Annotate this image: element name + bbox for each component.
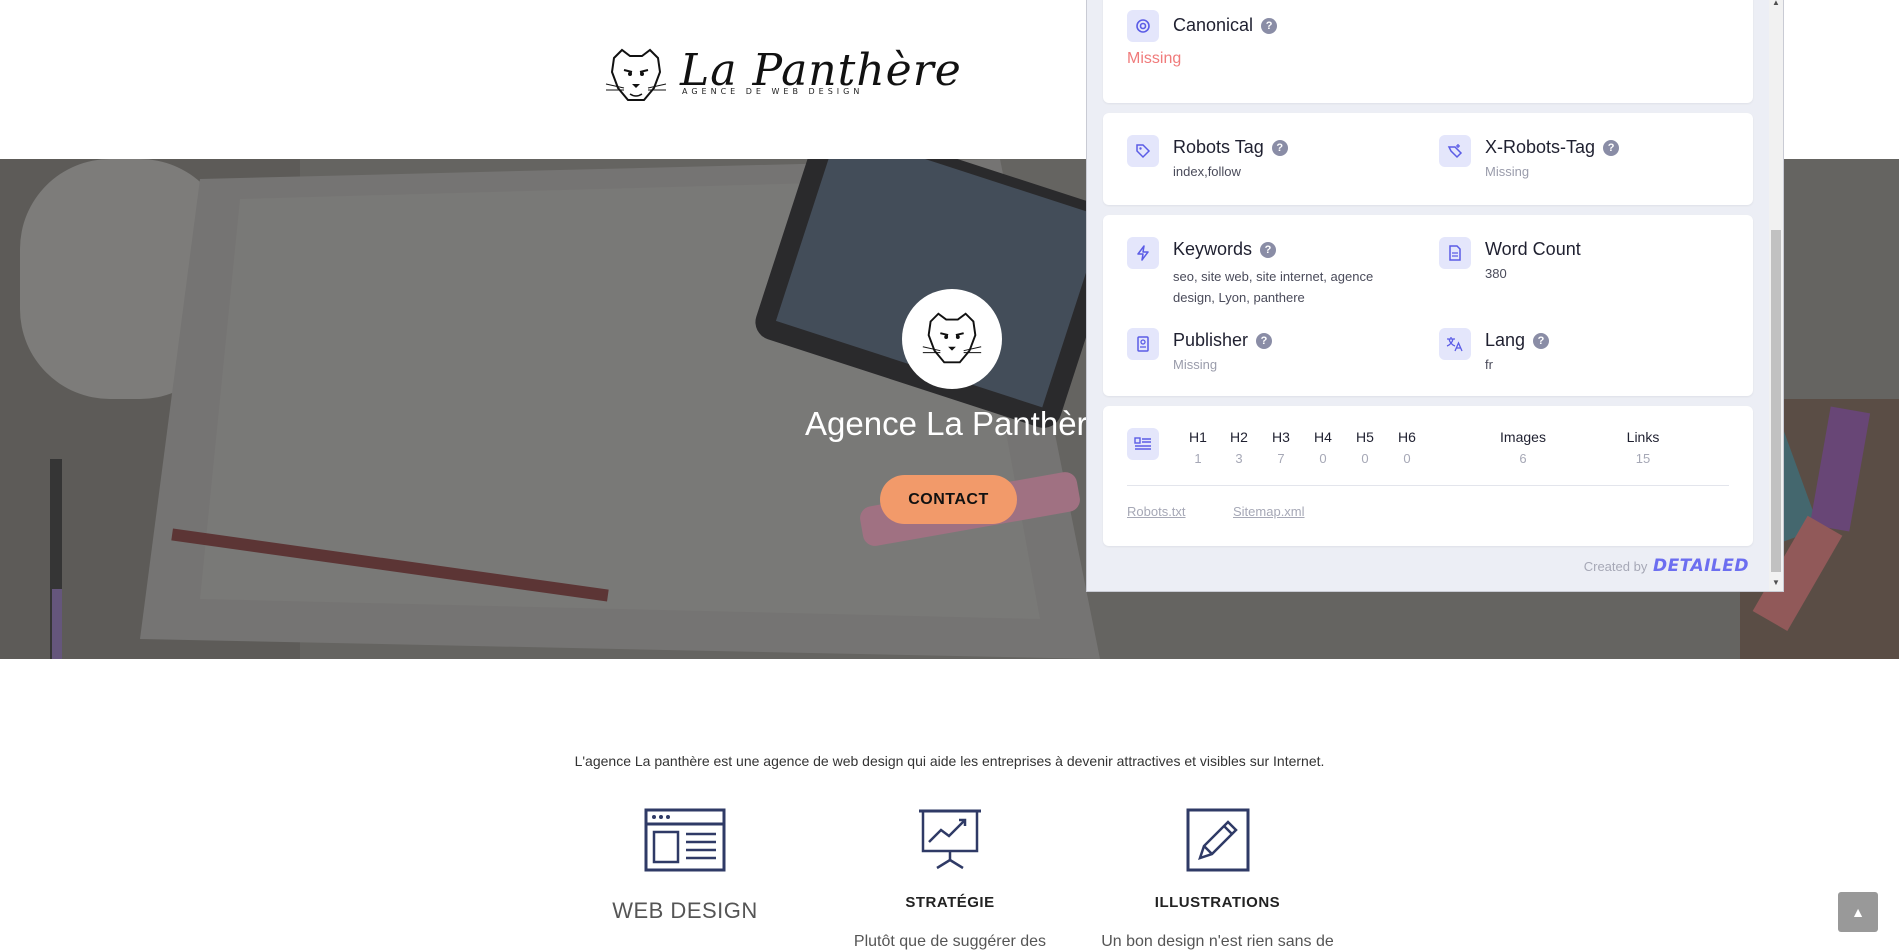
service-strategie: STRATÉGIE Plutôt que de suggérer des xyxy=(850,808,1050,950)
browser-layout-icon xyxy=(644,808,726,872)
links-count: Links 15 xyxy=(1626,429,1660,466)
images-count: Images 6 xyxy=(1500,429,1546,466)
scroll-up-arrow-icon[interactable]: ▲ xyxy=(1769,0,1783,7)
seo-extension-panel: Canonical? Missing Robots Tag? index,fol… xyxy=(1086,0,1784,592)
panel-scrollbar[interactable]: ▲ ▼ xyxy=(1769,0,1783,591)
tag-plus-icon xyxy=(1439,135,1471,167)
help-icon[interactable]: ? xyxy=(1256,333,1273,349)
help-icon[interactable]: ? xyxy=(1533,333,1550,349)
heading-count-h5: H5 0 xyxy=(1356,429,1374,466)
meta-card: Keywords? seo, site web, site internet, … xyxy=(1103,215,1753,396)
help-icon[interactable]: ? xyxy=(1271,140,1288,156)
document-icon xyxy=(1439,237,1471,269)
heading-count-h2: H2 3 xyxy=(1230,429,1248,466)
heading-list-icon xyxy=(1127,428,1159,460)
x-robots-tag-value: Missing xyxy=(1485,164,1530,179)
pencil-icon xyxy=(1186,808,1249,872)
service-illustrations: ILLUSTRATIONS Un bon design n'est rien s… xyxy=(1090,808,1345,950)
headings-card: H1 1 H2 3 H3 7 H4 0 H5 0 H6 0 Images 6 Links 15 … xyxy=(1103,406,1753,546)
publisher-value: Missing xyxy=(1173,357,1218,372)
heading-count-h4: H4 0 xyxy=(1314,429,1332,466)
created-by-credit[interactable]: Created by DETAILED xyxy=(1584,556,1749,576)
heading-count-h1: H1 1 xyxy=(1189,429,1207,466)
heading-count-h3: H3 7 xyxy=(1272,429,1290,466)
panther-head-icon xyxy=(922,312,982,364)
translate-icon xyxy=(1439,328,1471,360)
presentation-chart-icon xyxy=(919,809,981,870)
word-count-value: 380 xyxy=(1485,266,1507,281)
robots-card: Robots Tag? index,follow X-Robots-Tag? M… xyxy=(1103,113,1753,205)
id-badge-icon xyxy=(1127,328,1159,360)
detailed-logo: DETAILED xyxy=(1652,556,1749,576)
bolt-icon xyxy=(1127,237,1159,269)
divider xyxy=(1127,485,1729,486)
panther-logo-icon xyxy=(605,48,667,101)
chevron-up-icon: ▲ xyxy=(1851,904,1865,920)
page: La Panthère AGENCE DE WEB DESIGN Agence … xyxy=(0,0,1899,950)
help-icon[interactable]: ? xyxy=(1260,242,1277,258)
logo-tagline: AGENCE DE WEB DESIGN xyxy=(682,86,864,96)
robots-tag-value: index,follow xyxy=(1173,164,1241,179)
canonical-card: Canonical? Missing xyxy=(1103,0,1753,103)
lang-label: Lang? xyxy=(1485,330,1550,351)
service-title: STRATÉGIE xyxy=(905,894,995,911)
word-count-label: Word Count xyxy=(1485,239,1581,259)
heading-count-h6: H6 0 xyxy=(1398,429,1416,466)
hero-logo xyxy=(902,289,1002,389)
service-title: ILLUSTRATIONS xyxy=(1154,894,1281,911)
keywords-label: Keywords? xyxy=(1173,239,1277,260)
keywords-value: seo, site web, site internet, agence des… xyxy=(1173,269,1374,305)
help-icon[interactable]: ? xyxy=(1261,18,1278,34)
lang-value: fr xyxy=(1485,357,1493,372)
robots-txt-link[interactable]: Robots.txt xyxy=(1127,504,1186,519)
site-logo[interactable]: La Panthère AGENCE DE WEB DESIGN xyxy=(600,44,962,108)
scrollbar-thumb[interactable] xyxy=(1771,230,1781,572)
x-robots-tag-label: X-Robots-Tag? xyxy=(1485,137,1620,158)
intro-text: L'agence La panthère est une agence de w… xyxy=(574,753,1325,769)
publisher-label: Publisher? xyxy=(1173,330,1273,351)
robots-tag-label: Robots Tag? xyxy=(1173,137,1288,158)
scroll-down-arrow-icon[interactable]: ▼ xyxy=(1769,578,1783,587)
service-web-design: WEB DESIGN xyxy=(600,808,770,946)
service-text: Plutôt que de suggérer des xyxy=(853,933,1047,950)
canonical-value: Missing xyxy=(1127,50,1182,67)
target-icon xyxy=(1127,10,1159,42)
canonical-label: Canonical? xyxy=(1173,15,1278,36)
sitemap-xml-link[interactable]: Sitemap.xml xyxy=(1233,504,1305,519)
contact-button[interactable]: CONTACT xyxy=(880,475,1017,524)
service-title: WEB DESIGN xyxy=(612,898,758,923)
scroll-to-top-button[interactable]: ▲ xyxy=(1838,892,1878,932)
service-text: Un bon design n'est rien sans de xyxy=(1101,933,1334,950)
tag-icon xyxy=(1127,135,1159,167)
help-icon[interactable]: ? xyxy=(1603,140,1620,156)
hero-title: Agence La Panthère xyxy=(805,405,1106,442)
